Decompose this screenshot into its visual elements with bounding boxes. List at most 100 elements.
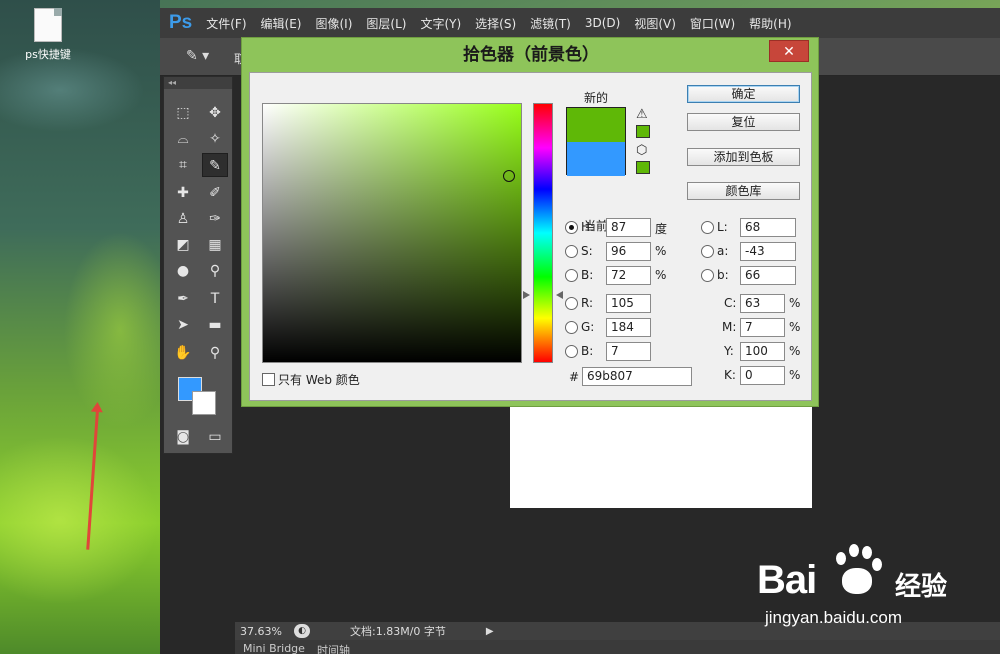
file-icon [34,8,62,42]
marquee-icon[interactable]: ⬚ [170,101,196,125]
menu-file[interactable]: 文件(F) [206,15,246,32]
status-menu-arrow-icon[interactable]: ▶ [486,626,494,637]
hex-input[interactable]: 69b807 [582,367,692,386]
cyan-input[interactable]: 63 [740,294,785,313]
magenta-input[interactable]: 7 [740,318,785,337]
saturation-radio[interactable] [565,245,578,258]
share-icon[interactable]: ◐ [294,624,310,638]
type-icon[interactable]: T [202,287,228,311]
lab-b-input[interactable]: 66 [740,266,796,285]
close-button[interactable]: ✕ [769,40,809,62]
pen-icon[interactable]: ✒ [170,287,196,311]
lab-l-radio[interactable] [701,221,714,234]
history-brush-icon[interactable]: ✑ [202,207,228,231]
document-canvas[interactable] [510,406,812,508]
desktop-shortcut[interactable]: ps快捷键 [18,8,78,62]
screen-mode-icon[interactable]: ▭ [202,425,228,449]
lab-a-label: a: [717,244,729,258]
menu-view[interactable]: 视图(V) [634,15,676,32]
web-colors-only[interactable]: 只有 Web 颜色 [262,371,360,388]
black-input[interactable]: 0 [740,366,785,385]
brightness-radio[interactable] [565,269,578,282]
black-unit: % [789,368,801,382]
gamut-color-swatch[interactable] [636,125,650,138]
gradient-icon[interactable]: ▦ [202,233,228,257]
menu-edit[interactable]: 编辑(E) [261,15,302,32]
reset-button[interactable]: 复位 [687,113,800,131]
lab-b-radio[interactable] [701,269,714,282]
red-arrow-annotation [86,409,99,550]
blue-radio[interactable] [565,345,578,358]
toolbar-collapse[interactable]: ◂◂ [164,77,232,89]
menu-window[interactable]: 窗口(W) [690,15,735,32]
menu-3d[interactable]: 3D(D) [585,16,620,30]
background-color-swatch[interactable] [192,391,216,415]
menu-image[interactable]: 图像(I) [315,15,352,32]
hand-icon[interactable]: ✋ [170,341,196,365]
zoom-level[interactable]: 37.63% [240,625,288,638]
hue-radio[interactable] [565,221,578,234]
magenta-label: M: [722,320,737,334]
menu-layer[interactable]: 图层(L) [366,15,406,32]
green-input[interactable]: 184 [606,318,651,337]
dodge-icon[interactable]: ⚲ [202,259,228,283]
green-radio[interactable] [565,321,578,334]
lab-a-radio[interactable] [701,245,714,258]
add-to-swatches-button[interactable]: 添加到色板 [687,148,800,166]
healing-brush-icon[interactable]: ✚ [170,181,196,205]
quick-mask-icon[interactable]: ◙ [170,425,196,449]
hue-slider-handle-left[interactable] [523,291,530,299]
lasso-icon[interactable]: ⌓ [170,127,196,151]
web-colors-checkbox[interactable] [262,373,275,386]
color-field-marker[interactable] [503,170,515,182]
eyedropper-preset-icon[interactable]: ✎ ▾ [186,48,209,64]
dialog-body: 只有 Web 颜色 新的 当前 ⚠ ⬡ 确定 复位 添加到色板 颜色库 H: 8… [249,72,812,401]
color-libraries-button[interactable]: 颜色库 [687,182,800,200]
web-safe-color-swatch[interactable] [636,161,650,174]
color-field[interactable] [262,103,522,363]
yellow-input[interactable]: 100 [740,342,785,361]
crop-icon[interactable]: ⌗ [170,153,196,177]
blur-icon[interactable]: ● [170,259,196,283]
current-color-swatch[interactable] [567,142,625,176]
brush-icon[interactable]: ✐ [202,181,228,205]
path-select-icon[interactable]: ➤ [170,313,196,337]
lab-l-input[interactable]: 68 [740,218,796,237]
brightness-input[interactable]: 72 [606,266,651,285]
red-radio[interactable] [565,297,578,310]
menu-select[interactable]: 选择(S) [475,15,516,32]
rectangle-icon[interactable]: ▬ [202,313,228,337]
hue-unit: 度 [655,222,668,236]
black-label: K: [724,368,736,382]
menu-bar: Ps 文件(F) 编辑(E) 图像(I) 图层(L) 文字(Y) 选择(S) 滤… [160,8,1000,38]
menu-type[interactable]: 文字(Y) [420,15,461,32]
menu-help[interactable]: 帮助(H) [749,15,791,32]
hue-slider-handle-right[interactable] [556,291,563,299]
watermark-url: jingyan.baidu.com [765,608,903,627]
blue-input[interactable]: 7 [606,342,651,361]
eraser-icon[interactable]: ◩ [170,233,196,257]
move-icon[interactable]: ✥ [202,101,228,125]
saturation-input[interactable]: 96 [606,242,651,261]
out-of-gamut-warning-icon[interactable]: ⚠ [636,107,648,122]
watermark-brand-suffix: 经验 [895,572,948,602]
hex-label: # [569,370,580,384]
red-input[interactable]: 105 [606,294,651,313]
web-safe-cube-icon[interactable]: ⬡ [636,143,647,158]
lab-a-input[interactable]: -43 [740,242,796,261]
clone-stamp-icon[interactable]: ♙ [170,207,196,231]
new-color-label: 新的 [584,91,609,105]
quick-select-icon[interactable]: ✧ [202,127,228,151]
hue-input[interactable]: 87 [606,218,651,237]
tab-timeline[interactable]: 时间轴 [317,642,350,654]
zoom-icon[interactable]: ⚲ [202,341,228,365]
hue-slider[interactable] [533,103,553,363]
menu-filter[interactable]: 滤镜(T) [530,15,571,32]
eyedropper-icon[interactable]: ✎ [202,153,228,177]
cyan-label: C: [724,296,737,310]
ok-button[interactable]: 确定 [687,85,800,103]
tab-mini-bridge[interactable]: Mini Bridge [243,642,305,654]
blue-label: B: [581,344,594,358]
lab-b-label: b: [717,268,729,282]
paw-logo-icon [828,540,884,600]
